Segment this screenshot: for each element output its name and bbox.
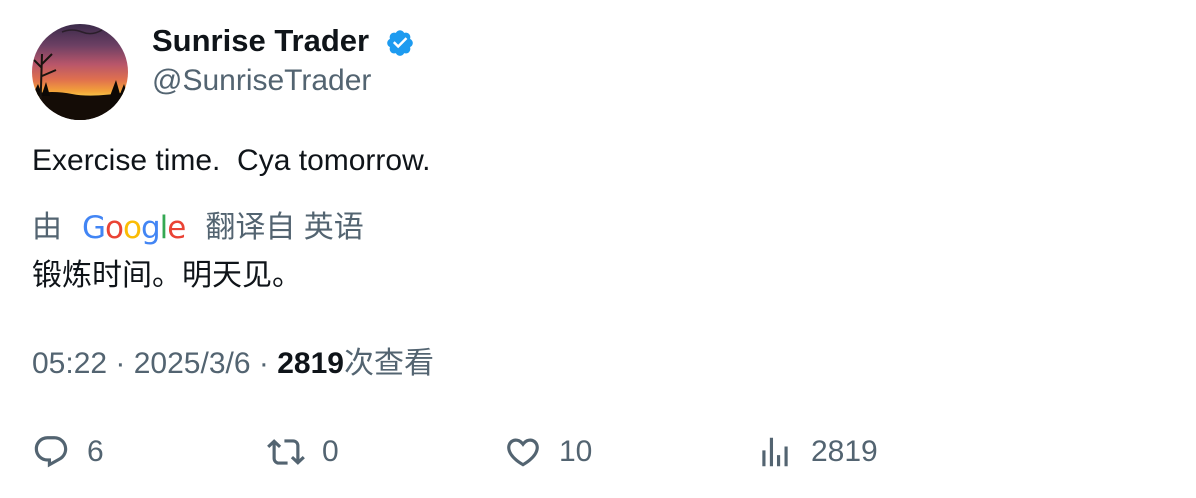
retweet-count: 0 bbox=[322, 435, 339, 468]
tweet-time[interactable]: 05:22 bbox=[32, 347, 107, 380]
retweet-icon bbox=[267, 439, 305, 465]
google-letter-4: g bbox=[140, 210, 161, 246]
like-button[interactable]: 10 bbox=[504, 430, 592, 474]
retweet-button[interactable]: 0 bbox=[267, 430, 339, 474]
avatar-image bbox=[32, 29, 128, 120]
avatar[interactable] bbox=[32, 24, 128, 120]
google-letter-5: l bbox=[159, 210, 169, 246]
like-count: 10 bbox=[559, 435, 593, 468]
display-name[interactable]: Sunrise Trader bbox=[152, 22, 369, 60]
user-handle[interactable]: @SunriseTrader bbox=[152, 63, 371, 99]
reply-count: 6 bbox=[87, 435, 104, 468]
google-letter-2: o bbox=[105, 210, 124, 246]
translated-from-label: 翻译自 英语 bbox=[205, 211, 364, 244]
views-chart-icon bbox=[762, 437, 788, 467]
translation-attribution: 由 Google 翻译自 英语 bbox=[32, 208, 364, 248]
views-suffix: 次查看 bbox=[343, 347, 434, 380]
verified-badge-icon[interactable] bbox=[385, 28, 415, 58]
reply-icon bbox=[34, 436, 68, 468]
tweet-text: Exercise time. Cya tomorrow. bbox=[32, 144, 431, 177]
reply-button[interactable]: 6 bbox=[32, 430, 104, 474]
meta-separator: · bbox=[107, 347, 134, 380]
google-letter-1: G bbox=[82, 210, 106, 246]
translated-by-label: 由 bbox=[32, 211, 62, 244]
translated-text: 锻炼时间。明天见。 bbox=[32, 259, 302, 292]
tweet-meta: 05:22 · 2025/3/6 · 2819次查看 bbox=[32, 345, 434, 383]
tweet-date[interactable]: 2025/3/6 bbox=[134, 347, 251, 380]
views-count: 2819 bbox=[277, 347, 344, 380]
google-letter-6: e bbox=[167, 210, 186, 246]
views-button[interactable]: 2819 bbox=[756, 430, 878, 474]
google-letter-3: o bbox=[123, 210, 142, 246]
heart-icon bbox=[507, 438, 539, 467]
google-logo[interactable]: Google bbox=[82, 208, 186, 248]
views-action-count: 2819 bbox=[811, 435, 878, 468]
meta-separator: · bbox=[250, 347, 278, 380]
